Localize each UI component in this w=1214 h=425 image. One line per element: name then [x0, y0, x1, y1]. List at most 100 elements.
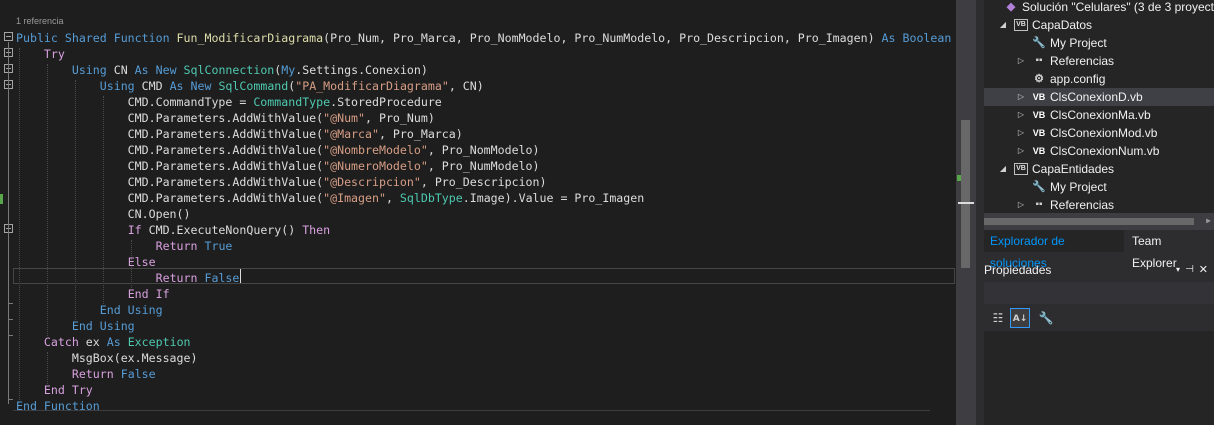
code-token: CMD: [134, 79, 170, 93]
code-line[interactable]: CN.Open(): [16, 206, 191, 222]
close-icon[interactable]: ✕: [1199, 260, 1208, 280]
solution-tree-item[interactable]: ▷ ▪▪ Referencias: [984, 52, 1214, 70]
solution-tree-item[interactable]: ◆ Solución "Celulares" (3 de 3 proyectos): [984, 0, 1214, 16]
solution-tree-item[interactable]: ▷ VB ClsConexionNum.vb: [984, 142, 1214, 160]
scrollbar-thumb[interactable]: [961, 120, 970, 268]
properties-object-selector[interactable]: [984, 282, 1214, 304]
code-token: CMD.Parameters.AddWithValue(: [16, 175, 324, 189]
solution-explorer-hscrollbar[interactable]: ▶: [984, 213, 1214, 230]
change-indicator: [0, 194, 3, 204]
categorized-icon[interactable]: ☷: [988, 308, 1008, 328]
solution-tree-item[interactable]: 🔧 My Project: [984, 34, 1214, 52]
code-editor[interactable]: 1 referencia Public Shared Function Fun_…: [0, 0, 956, 425]
expanded-arrow-icon[interactable]: ◢: [998, 16, 1008, 34]
collapsed-arrow-icon[interactable]: ▷: [1016, 142, 1026, 160]
wrench-icon: 🔧: [1032, 181, 1046, 193]
code-line[interactable]: CMD.Parameters.AddWithValue("@Imagen", S…: [16, 190, 645, 206]
solution-tree-item[interactable]: ▷ VB ClsConexionMod.vb: [984, 124, 1214, 142]
code-token: SqlConnection: [183, 63, 275, 77]
tab-solution-explorer[interactable]: Explorador de soluciones: [984, 230, 1124, 270]
vb-file-icon: VB: [1032, 92, 1046, 102]
code-line[interactable]: If CMD.ExecuteNonQuery() Then: [16, 222, 330, 238]
code-line[interactable]: CMD.Parameters.AddWithValue("@Num", Pro_…: [16, 110, 435, 126]
code-token: CMD.Parameters.AddWithValue(: [16, 143, 324, 157]
code-token: Fun_ModificarDiagrama: [176, 31, 324, 45]
code-line[interactable]: End Try: [16, 382, 93, 398]
scroll-right-arrow-icon[interactable]: ▶: [1206, 216, 1211, 225]
code-token: "@Descripcion": [323, 175, 421, 189]
collapsed-arrow-icon[interactable]: ▷: [1016, 106, 1026, 124]
codelens-references[interactable]: 1 referencia: [16, 16, 64, 26]
solution-tree-item[interactable]: ▷ VB ClsConexionMa.vb: [984, 106, 1214, 124]
tree-item-label: My Project: [1050, 36, 1107, 50]
editor-vertical-scrollbar[interactable]: [956, 0, 976, 425]
code-line[interactable]: Catch ex As Exception: [16, 334, 191, 350]
window-position-dropdown-icon[interactable]: ▾: [1176, 260, 1180, 280]
solution-tree-item[interactable]: 🔧 My Project: [984, 178, 1214, 196]
expanded-arrow-icon[interactable]: ◢: [998, 160, 1008, 178]
property-pages-wrench-icon[interactable]: 🔧: [1036, 308, 1056, 328]
wrench-icon: 🔧: [1032, 37, 1046, 49]
alphabetical-sort-icon[interactable]: A↓: [1010, 308, 1030, 328]
solution-tree-item[interactable]: ◢ VB CapaDatos: [984, 16, 1214, 34]
code-line[interactable]: End Function: [16, 398, 100, 414]
solution-explorer-tree[interactable]: ◆ Solución "Celulares" (3 de 3 proyectos)…: [984, 0, 1214, 213]
code-token: CMD.Parameters.AddWithValue(: [16, 111, 324, 125]
config-file-icon: ⚙: [1034, 73, 1044, 85]
collapsed-arrow-icon[interactable]: ▷: [1016, 88, 1026, 106]
code-line[interactable]: CMD.Parameters.AddWithValue("@Marca", Pr…: [16, 126, 463, 142]
code-line[interactable]: Return False: [16, 366, 156, 382]
properties-title: Propiedades: [984, 263, 1052, 277]
code-line[interactable]: CMD.CommandType = CommandType.StoredProc…: [16, 94, 442, 110]
tab-team-explorer[interactable]: Team Explorer: [1126, 230, 1214, 270]
code-token: .Image).Value = Pro_Imagen: [462, 191, 645, 205]
code-line[interactable]: CMD.Parameters.AddWithValue("@Descripcio…: [16, 174, 547, 190]
code-token: ex: [78, 335, 107, 349]
code-token: Try: [43, 47, 65, 61]
code-token: End Try: [43, 383, 93, 397]
code-line[interactable]: MsgBox(ex.Message): [16, 350, 198, 366]
solution-tree-item[interactable]: ◢ VB CapaEntidades: [984, 160, 1214, 178]
code-token: Exception: [127, 335, 191, 349]
code-token: CMD.ExecuteNonQuery(): [141, 223, 303, 237]
tree-item-label: CapaEntidades: [1032, 162, 1115, 176]
code-line[interactable]: End Using: [16, 318, 135, 334]
code-token: Catch: [43, 335, 79, 349]
code-token: As Boolean: [881, 31, 952, 45]
code-line[interactable]: End Using: [16, 302, 163, 318]
code-line[interactable]: CMD.Parameters.AddWithValue("@NombreMode…: [16, 142, 540, 158]
pin-icon[interactable]: ⊣: [1185, 260, 1194, 280]
code-token: As New: [134, 63, 177, 77]
code-token: "@NombreModelo": [323, 143, 428, 157]
code-token: Return: [155, 271, 198, 285]
properties-grid[interactable]: [984, 331, 1214, 425]
solution-tree-item[interactable]: ▷ VB ClsConexionD.vb: [984, 88, 1214, 106]
collapsed-arrow-icon[interactable]: ▷: [1016, 124, 1026, 142]
fold-end-marker: [8, 335, 13, 336]
scrollbar-thumb[interactable]: [984, 218, 1194, 225]
solution-tree-item[interactable]: ▷ ▪▪ Referencias: [984, 196, 1214, 213]
code-line[interactable]: CMD.Parameters.AddWithValue("@NumeroMode…: [16, 158, 540, 174]
code-line[interactable]: Else: [16, 254, 156, 270]
collapsed-arrow-icon[interactable]: ▷: [1016, 52, 1026, 70]
vb-project-icon: VB: [1014, 19, 1028, 31]
solution-tree-item[interactable]: ⚙ app.config: [984, 70, 1214, 88]
text-caret: [240, 269, 241, 283]
code-line[interactable]: Public Shared Function Fun_ModificarDiag…: [16, 30, 951, 46]
code-token: As New: [169, 79, 212, 93]
code-line[interactable]: Using CN As New SqlConnection(My.Setting…: [16, 62, 428, 78]
code-line[interactable]: End If: [16, 286, 170, 302]
fold-toggle-function[interactable]: [4, 32, 13, 41]
collapsed-arrow-icon[interactable]: ▷: [1016, 196, 1026, 213]
code-line[interactable]: Return False: [16, 270, 240, 286]
vb-file-icon: VB: [1032, 110, 1046, 120]
code-line[interactable]: Try: [16, 46, 65, 62]
code-token: MsgBox(ex.Message): [16, 351, 198, 365]
code-line[interactable]: Using CMD As New SqlCommand("PA_Modifica…: [16, 78, 484, 94]
code-line[interactable]: Return True: [16, 238, 233, 254]
